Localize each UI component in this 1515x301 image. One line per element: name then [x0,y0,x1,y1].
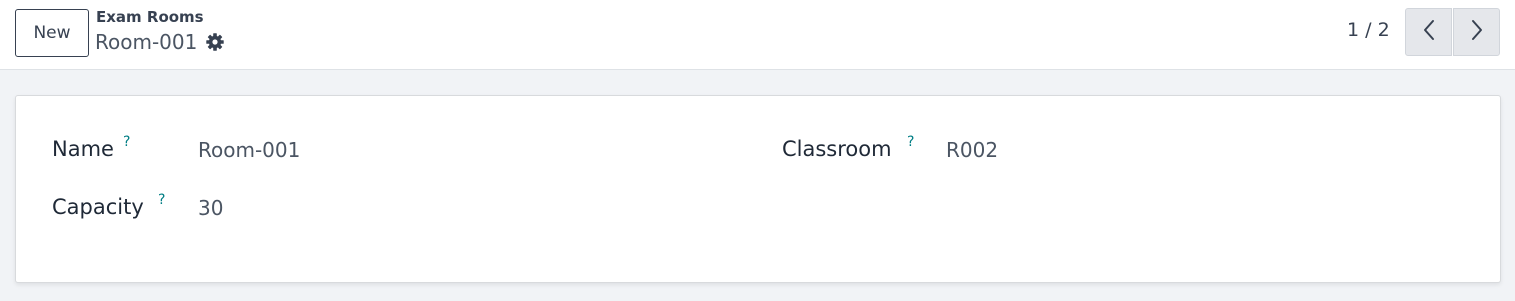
classroom-label: Classroom [782,137,892,161]
new-button[interactable]: New [15,9,89,57]
capacity-value[interactable]: 30 [198,196,223,220]
breadcrumb-exam-rooms[interactable]: Exam Rooms [96,8,204,26]
form-sheet: Name ? Room-001 Classroom ? R002 Capacit… [15,95,1501,283]
capacity-label: Capacity [52,195,144,219]
name-label: Name [52,137,114,161]
record-title: Room-001 [95,30,225,54]
capacity-help-tooltip[interactable]: ? [158,192,165,208]
name-help-tooltip[interactable]: ? [123,134,130,150]
classroom-help-tooltip[interactable]: ? [907,134,914,150]
pager-value[interactable]: 1 / 2 [1347,19,1390,41]
chevron-right-icon [1469,19,1485,45]
control-panel: New Exam Rooms Room-001 1 / 2 [0,0,1515,70]
name-value[interactable]: Room-001 [198,138,300,162]
pager-previous-button[interactable] [1405,8,1452,56]
record-name: Room-001 [95,30,198,54]
classroom-value[interactable]: R002 [946,138,998,162]
chevron-left-icon [1421,19,1437,45]
gear-icon[interactable] [205,32,225,52]
pager-next-button[interactable] [1453,8,1500,56]
